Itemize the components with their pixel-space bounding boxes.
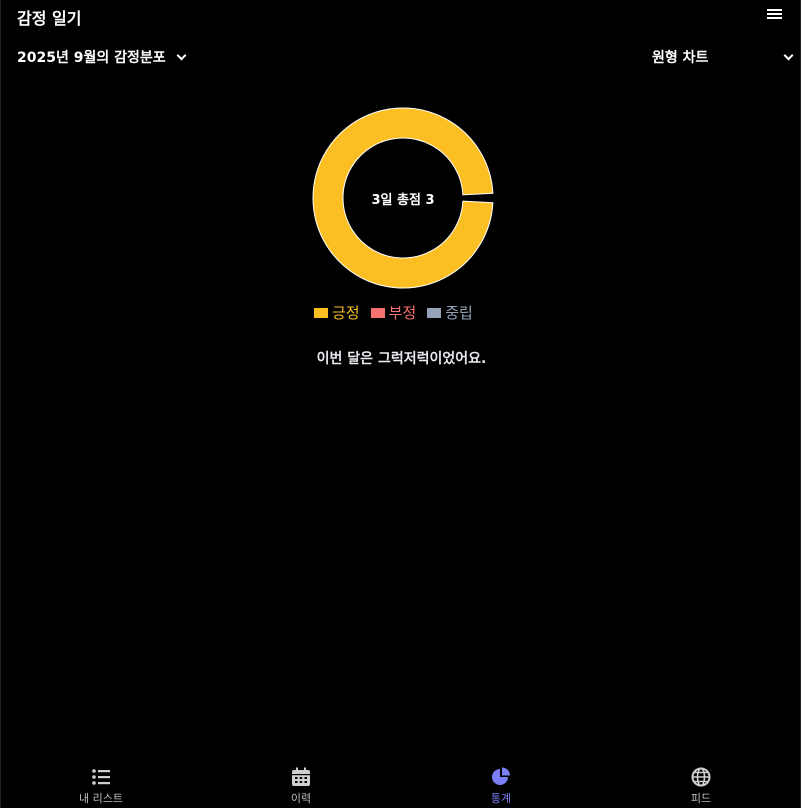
nav-item-feed[interactable]: 피드 <box>601 762 801 808</box>
app-header: 감정 일기 <box>1 0 801 32</box>
nav-item-my-list[interactable]: 내 리스트 <box>1 762 201 808</box>
chart-type-select[interactable]: 원형 차트 <box>652 47 794 67</box>
legend-swatch <box>314 307 328 318</box>
nav-label: 내 리스트 <box>79 792 123 805</box>
nav-item-stats[interactable]: 통계 <box>401 762 601 808</box>
nav-label: 피드 <box>690 792 712 805</box>
calendar-icon <box>292 767 310 786</box>
period-select[interactable]: 2025년 9월의 감정분포 <box>17 47 187 67</box>
chevron-down-icon <box>176 50 187 60</box>
chart-type-label: 원형 차트 <box>652 50 709 66</box>
legend-item-negative[interactable]: 부정 <box>370 302 417 323</box>
period-label: 2025년 9월의 감정분포 <box>17 50 166 66</box>
legend-swatch <box>427 307 442 318</box>
donut-slice-긍정[interactable] <box>312 107 494 289</box>
bottom-nav: 내 리스트 이력 통계 피드 <box>1 762 801 808</box>
legend-item-neutral[interactable]: 중립 <box>427 302 473 323</box>
app-title: 감정 일기 <box>17 9 82 28</box>
list-icon <box>92 769 110 785</box>
legend-item-positive[interactable]: 긍정 <box>314 302 360 323</box>
legend-label: 중립 <box>445 304 473 322</box>
donut-chart-svg <box>312 107 494 289</box>
nav-label: 통계 <box>490 792 512 805</box>
globe-icon <box>691 767 711 787</box>
nav-item-history[interactable]: 이력 <box>201 762 401 808</box>
donut-chart: 3일 총점 3 <box>310 105 496 291</box>
app: 감정 일기 2025년 9월의 감정분포 원형 차트 3일 총점 3 긍정 부정… <box>0 0 801 808</box>
legend-swatch <box>370 307 385 318</box>
pie-chart-icon <box>492 767 510 785</box>
legend-label: 부정 <box>388 304 417 322</box>
nav-label: 이력 <box>290 792 312 805</box>
legend-label: 긍정 <box>332 304 360 322</box>
menu-icon[interactable] <box>767 9 783 23</box>
monthly-summary: 이번 달은 그럭저럭이었어요. <box>316 351 487 367</box>
chart-legend: 긍정 부정 중립 <box>314 302 473 323</box>
chevron-down-icon <box>783 50 794 60</box>
